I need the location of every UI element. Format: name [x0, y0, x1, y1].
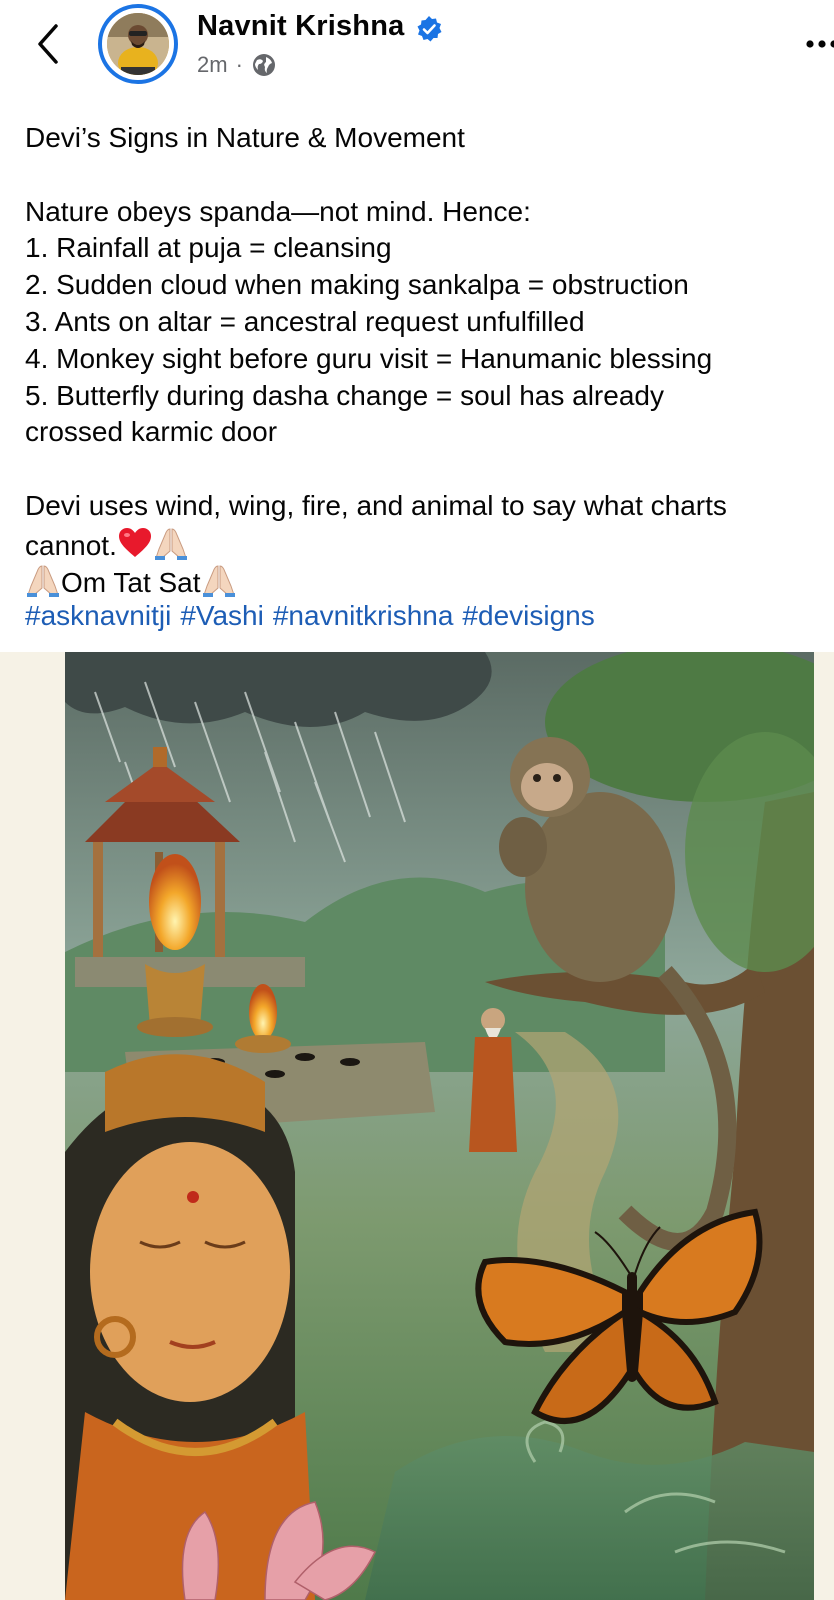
- hashtag-link[interactable]: #Vashi: [180, 600, 264, 631]
- devi-illustration: [65, 652, 814, 1600]
- post-text: Devi’s Signs in Nature & Movement Nature…: [25, 120, 825, 635]
- list-item: 3. Ants on altar = ancestral request unf…: [25, 305, 585, 337]
- om-line: Om Tat Sat: [25, 562, 825, 599]
- hashtag-link[interactable]: #devisigns: [462, 600, 594, 631]
- post-intro: Nature obeys spanda—not mind. Hence:: [25, 195, 531, 227]
- folded-hands-icon: [202, 565, 235, 597]
- om-text: Om Tat Sat: [61, 566, 201, 598]
- profile-picture: [107, 13, 169, 75]
- hashtag-link[interactable]: #asknavnitji: [25, 600, 171, 631]
- back-button[interactable]: [28, 18, 68, 70]
- post-image[interactable]: [0, 652, 834, 1600]
- closing-text: cannot.: [25, 529, 117, 561]
- closing-line-1: Devi uses wind, wing, fire, and animal t…: [25, 489, 727, 521]
- hashtag-link[interactable]: #navnitkrishna: [273, 600, 454, 631]
- chevron-left-icon: [38, 24, 58, 64]
- verified-badge-icon: [417, 16, 442, 42]
- list-item: 5. Butterfly during dasha change = soul …: [25, 379, 664, 411]
- post-title: Devi’s Signs in Nature & Movement: [25, 122, 465, 153]
- timestamp[interactable]: 2m: [197, 52, 228, 78]
- post-header: Navnit Krishna 2m ·: [0, 0, 834, 100]
- author-name[interactable]: Navnit Krishna: [197, 10, 404, 43]
- list-item: 1. Rainfall at puja = cleansing: [25, 232, 392, 264]
- list-item: 2. Sudden cloud when making sankalpa = o…: [25, 269, 689, 301]
- list-item: 4. Monkey sight before guru visit = Hanu…: [25, 342, 713, 374]
- meta-separator: ·: [235, 52, 243, 77]
- list-item: crossed karmic door: [25, 416, 278, 448]
- hashtag-list: #asknavnitji #Vashi #navnitkrishna #devisig…: [25, 598, 825, 635]
- avatar[interactable]: [98, 4, 178, 84]
- post-meta: 2m ·: [197, 52, 277, 78]
- globe-icon[interactable]: [251, 52, 277, 78]
- more-dots-icon[interactable]: [806, 30, 834, 60]
- red-heart-icon: [118, 527, 151, 557]
- folded-hands-icon: [154, 528, 187, 560]
- closing-line-2: cannot.: [25, 525, 825, 562]
- folded-hands-icon: [27, 565, 59, 597]
